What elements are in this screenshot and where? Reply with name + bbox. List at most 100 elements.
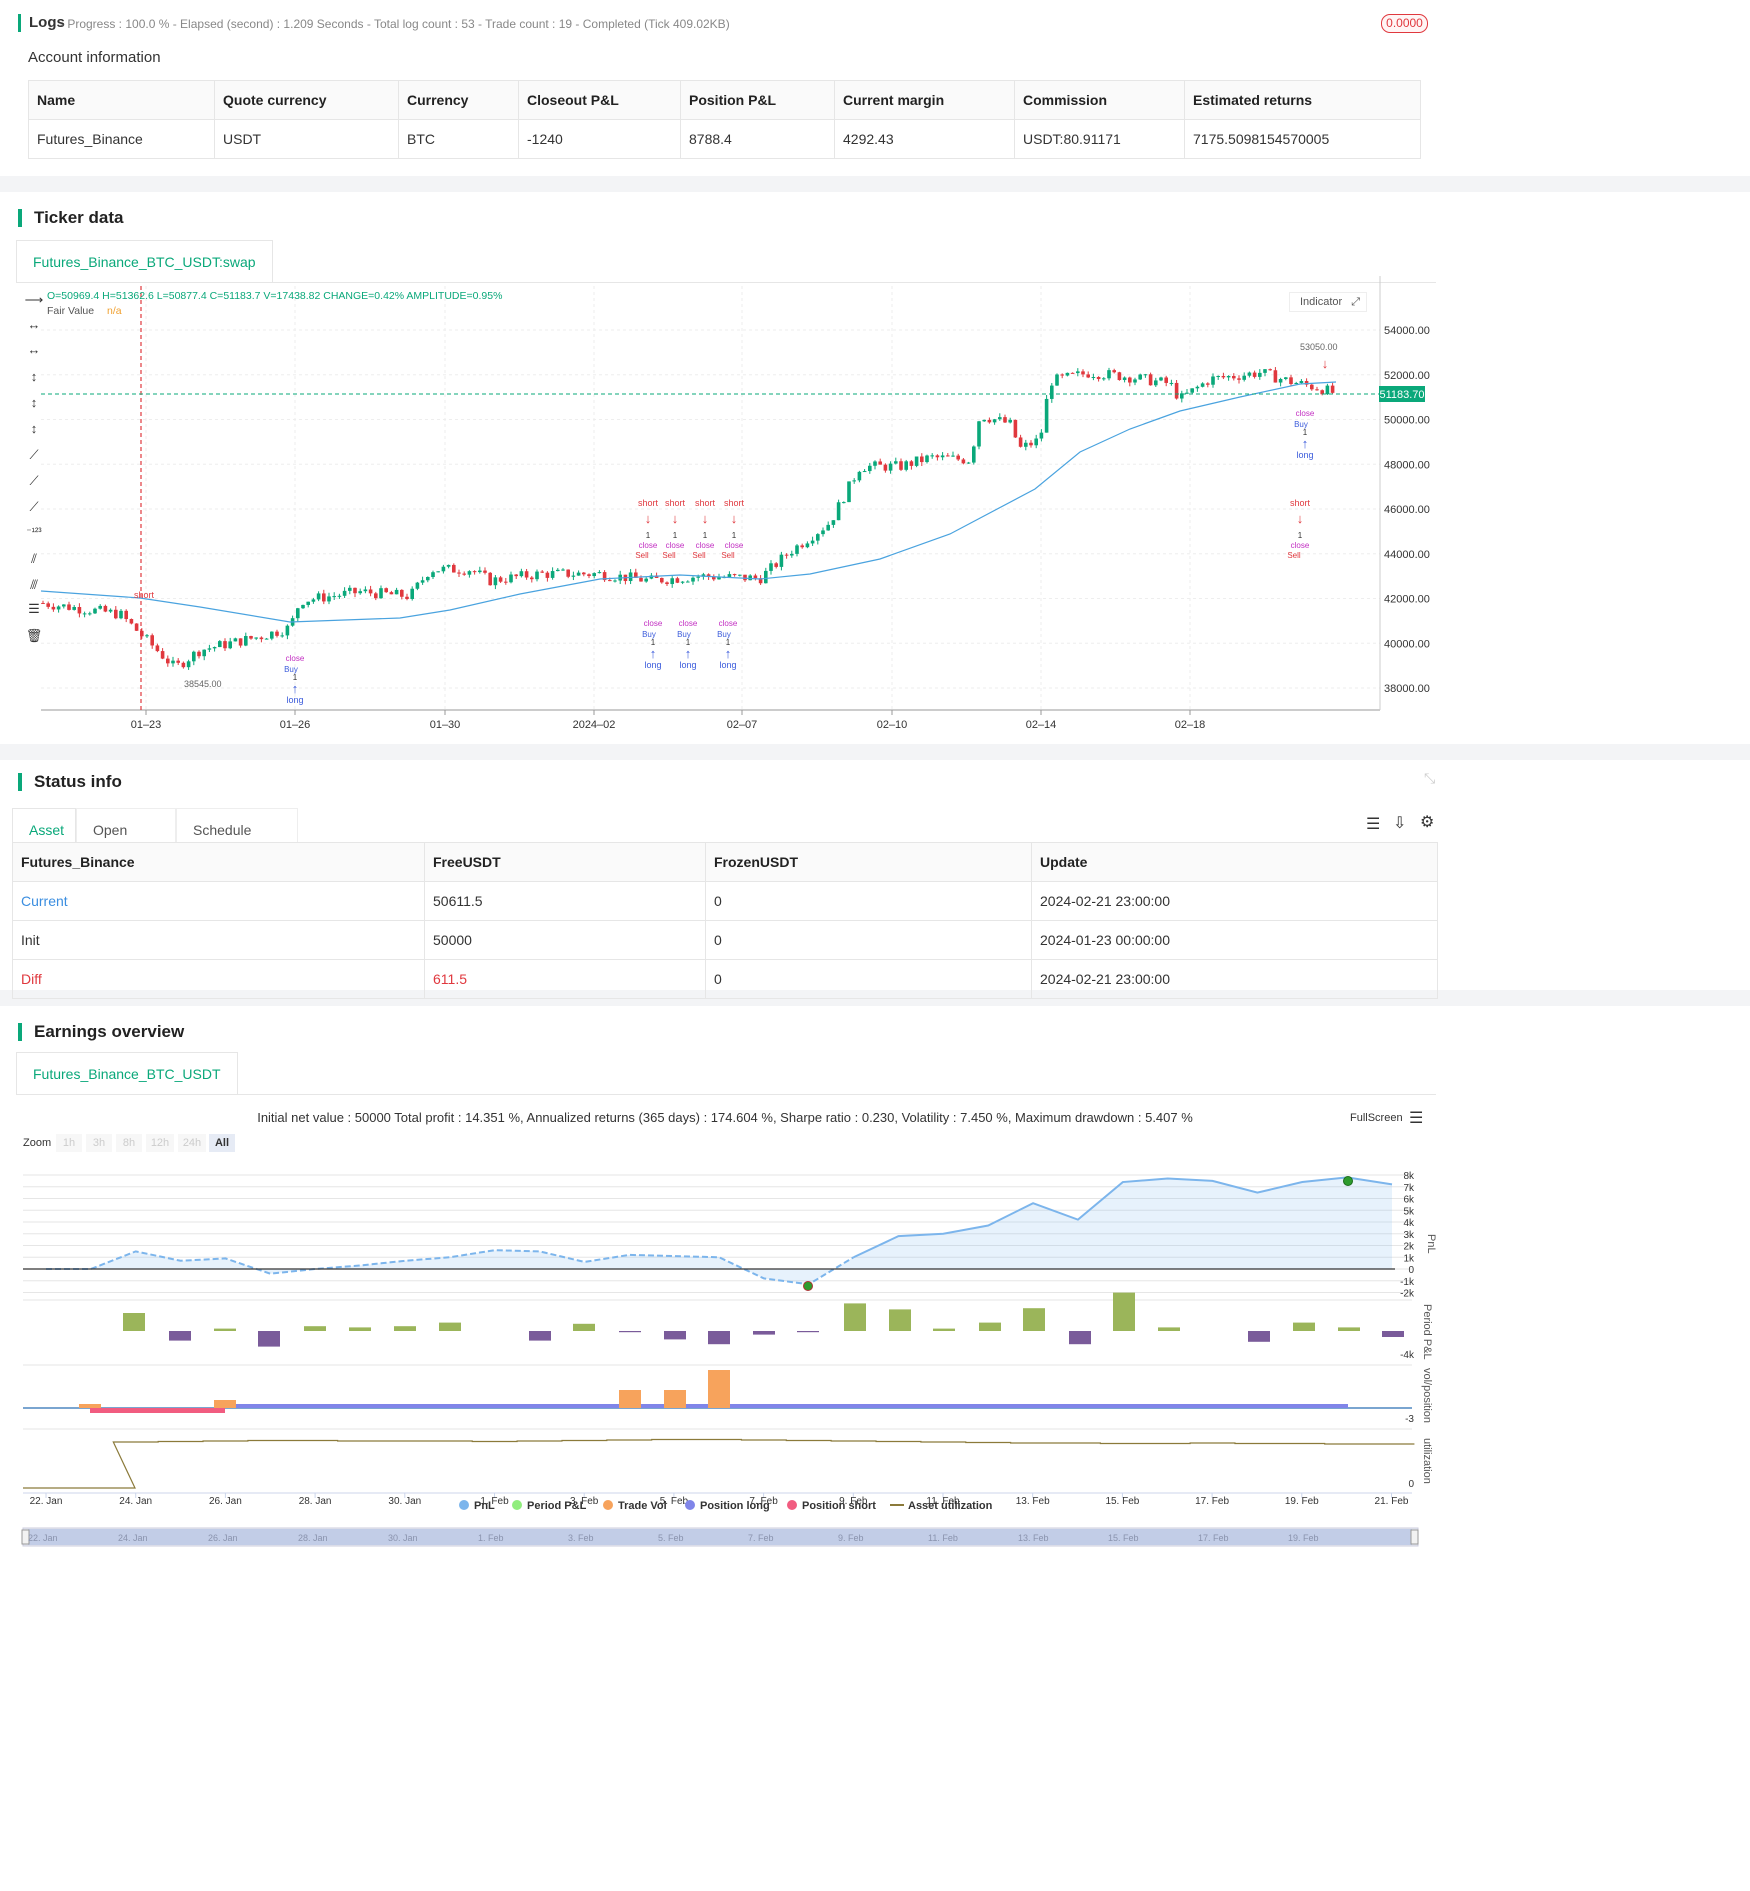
- candle-body: [259, 637, 264, 640]
- candle-body: [1294, 382, 1298, 385]
- expand-icon[interactable]: ⤢: [1351, 293, 1360, 311]
- tab-earnings-symbol[interactable]: Futures_Binance_BTC_USDT: [16, 1052, 238, 1094]
- candle-body: [103, 605, 108, 612]
- candle-body: [1044, 398, 1049, 433]
- candle-body: [888, 463, 893, 471]
- zoom-12h[interactable]: 12h: [146, 1134, 174, 1152]
- candle-body: [1310, 384, 1314, 390]
- pnl-axis-ticks: 8k7k6k5k4k3k2k1k0-1k-2k: [1400, 1171, 1415, 1300]
- legend-item[interactable]: Trade Vol: [618, 1500, 667, 1512]
- period-pnl-bar: [169, 1331, 191, 1341]
- zoom-all[interactable]: All: [209, 1134, 235, 1152]
- candle-body: [88, 613, 92, 615]
- long-arrow-icon: ↑: [292, 681, 299, 696]
- cell-update: 2024-02-21 23:00:00: [1031, 881, 1438, 921]
- candle-body: [540, 571, 544, 573]
- legend-item[interactable]: Position long: [700, 1500, 770, 1512]
- col-free-usdt: FreeUSDT: [424, 842, 706, 882]
- candle-body: [847, 481, 851, 503]
- x-tick: 21. Feb: [1375, 1496, 1409, 1507]
- col-current-margin: Current margin: [834, 80, 1015, 120]
- candle-body: [420, 580, 425, 583]
- candle-body: [972, 446, 976, 463]
- price-tick: 38000.00: [1384, 683, 1430, 695]
- candle-body: [686, 581, 690, 583]
- cell-frozen: 0: [705, 959, 1032, 999]
- high-price-marker: 53050.00: [1300, 342, 1338, 352]
- candle-body: [800, 545, 804, 548]
- list-view-icon[interactable]: ☰: [1366, 814, 1380, 834]
- candle-body: [1039, 432, 1044, 439]
- short-arrow-icon: ↓: [672, 511, 679, 526]
- candle-body: [696, 576, 700, 578]
- legend-item[interactable]: Period P&L: [527, 1500, 587, 1512]
- short-label: short: [638, 498, 659, 508]
- zoom-label: Zoom: [23, 1137, 52, 1149]
- candle-body: [358, 591, 362, 594]
- candle-body: [1091, 376, 1096, 378]
- status-panel: Status info ⤡ Asset Open orders Schedule…: [0, 760, 1750, 999]
- candlestick-chart[interactable]: short↓1closeSellshort↓1closeSellshort↓1c…: [0, 276, 1440, 736]
- axis-title-period: Period P&L: [1421, 1304, 1433, 1360]
- candle-body: [1232, 375, 1236, 379]
- x-tick: 26. Jan: [209, 1496, 242, 1507]
- candle-body: [1174, 382, 1179, 399]
- download-icon[interactable]: ⇩: [1393, 813, 1406, 833]
- indicator-button[interactable]: Indicator ⤢: [1289, 292, 1367, 312]
- price-axis-ticks: 54000.00 52000.00 50000.00 48000.00 46000.00…: [1384, 325, 1430, 695]
- candle-body: [197, 651, 201, 657]
- candle-body: [592, 573, 596, 577]
- candle-body: [665, 582, 669, 585]
- cell-update: 2024-01-23 00:00:00: [1031, 920, 1438, 960]
- candle-body: [56, 606, 61, 610]
- candle-body: [1112, 370, 1116, 373]
- col-estimated-returns: Estimated returns: [1184, 80, 1421, 120]
- time-tick: 01–30: [430, 719, 461, 731]
- navigator-tick: 7. Feb: [748, 1533, 774, 1543]
- navigator-tick: 3. Feb: [568, 1533, 594, 1543]
- period-pnl-bar: [214, 1328, 236, 1331]
- short-arrow-icon: ↓: [702, 511, 709, 526]
- zoom-24h[interactable]: 24h: [178, 1134, 206, 1152]
- candle-body: [1169, 382, 1174, 384]
- cell-name: Futures_Binance: [28, 119, 215, 159]
- low-price-marker: 38545.00: [184, 679, 222, 689]
- x-tick: 24. Jan: [119, 1496, 152, 1507]
- candle-body: [1200, 383, 1205, 387]
- legend-item[interactable]: Asset utilization: [908, 1500, 993, 1512]
- candle-body: [1122, 377, 1127, 381]
- settings-gear-icon[interactable]: ⚙: [1420, 812, 1434, 832]
- position-short-band: [90, 1408, 225, 1413]
- earnings-chart[interactable]: 8k7k6k5k4k3k2k1k0-1k-2k -4k -3 0 PnL Per…: [0, 1156, 1440, 1696]
- candle-body: [348, 587, 352, 591]
- row-label-diff: Diff: [12, 959, 425, 999]
- price-tick: 42000.00: [1384, 594, 1430, 606]
- qty-label: 1: [703, 531, 708, 540]
- zoom-1h[interactable]: 1h: [56, 1134, 82, 1152]
- candle-body: [394, 589, 399, 595]
- ohlc-readout: O=50969.4 H=51362.6 L=50877.4 C=51183.7 …: [47, 290, 503, 302]
- x-tick: 28. Jan: [299, 1496, 332, 1507]
- legend-item[interactable]: Position short: [802, 1500, 876, 1512]
- trade-vol-bar: [664, 1390, 686, 1408]
- candle-body: [831, 520, 836, 525]
- candle-body: [571, 575, 576, 577]
- fair-value-label: Fair Value: [47, 305, 95, 317]
- candle-body: [457, 572, 461, 574]
- chart-menu-icon[interactable]: ☰: [1409, 1108, 1423, 1128]
- candle-body: [1148, 374, 1153, 386]
- zoom-3h[interactable]: 3h: [86, 1134, 112, 1152]
- zoom-8h[interactable]: 8h: [116, 1134, 142, 1152]
- period-pnl-bar: [619, 1331, 641, 1333]
- candle-body: [956, 455, 960, 460]
- collapse-icon[interactable]: ⤡: [1424, 770, 1435, 787]
- candle-body: [363, 589, 368, 592]
- close-label: close: [639, 541, 658, 550]
- fullscreen-button[interactable]: FullScreen: [1350, 1112, 1403, 1124]
- sell-label: Sell: [1287, 551, 1301, 560]
- period-pnl-bar: [1023, 1308, 1045, 1331]
- qty-label: 1: [673, 531, 678, 540]
- navigator-handle-right[interactable]: [1410, 1529, 1419, 1545]
- legend-item[interactable]: PnL: [474, 1500, 495, 1512]
- candle-body: [951, 455, 955, 457]
